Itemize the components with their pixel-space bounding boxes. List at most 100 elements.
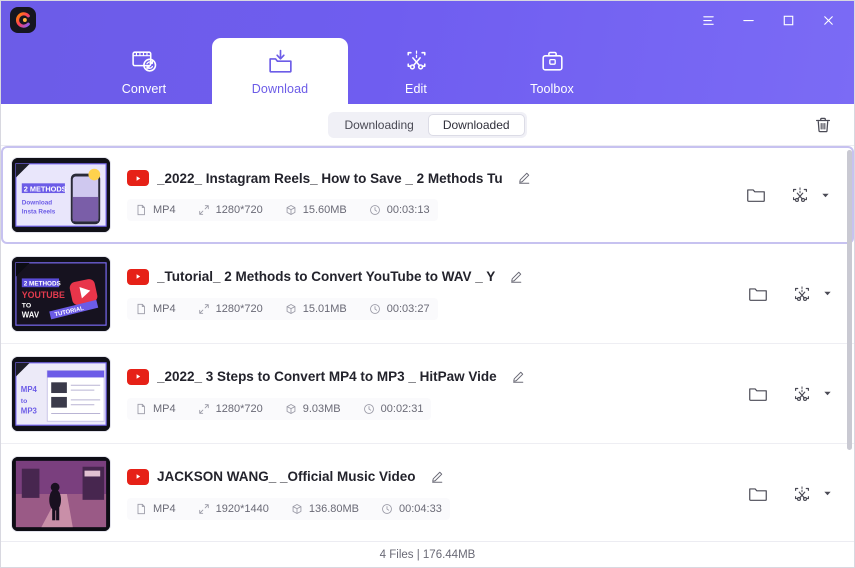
download-list-container: 2 METHODS Download Insta Reels _2022_ In… (1, 146, 854, 541)
edit-action-group[interactable] (789, 481, 832, 507)
clock-icon (363, 403, 374, 414)
row-title: _Tutorial_ 2 Methods to Convert YouTube … (157, 269, 496, 284)
meta-duration: 00:03:27 (369, 303, 430, 315)
hamburger-menu-icon (702, 15, 714, 25)
meta-format-value: MP4 (153, 204, 176, 216)
pencil-icon[interactable] (507, 268, 525, 286)
box-icon (292, 503, 302, 514)
folder-icon[interactable] (743, 182, 769, 208)
meta-resolution-value: 1920*1440 (215, 502, 269, 515)
trash-icon (816, 117, 830, 132)
file-icon (137, 303, 145, 314)
pencil-icon[interactable] (428, 468, 446, 486)
svg-text:Insta Reels: Insta Reels (22, 209, 56, 216)
status-text: 4 Files | 176.44MB (379, 548, 476, 561)
youtube-icon (127, 170, 149, 186)
meta-size-value: 15.01MB (302, 302, 347, 315)
tab-convert-label: Convert (121, 81, 167, 96)
window-controls (688, 5, 848, 35)
chevron-down-icon[interactable] (822, 389, 832, 399)
resize-icon (198, 303, 209, 314)
table-row[interactable]: 2 METHODS YOUTUBE TO WAV TUTORIAL _Tutor… (1, 244, 854, 344)
chevron-down-icon[interactable] (820, 190, 830, 200)
meta-size-value: 15.60MB (302, 204, 347, 216)
list-toolbar: Downloading Downloaded (1, 104, 854, 146)
folder-icon[interactable] (745, 381, 771, 407)
scissors-edit-icon[interactable] (789, 281, 815, 307)
app-logo (10, 7, 36, 33)
meta-duration: 00:02:31 (363, 403, 423, 415)
row-title-line: _2022_ 3 Steps to Convert MP4 to MP3 _ H… (127, 368, 745, 386)
table-row[interactable]: 2 METHODS Download Insta Reels _2022_ In… (1, 146, 854, 244)
app-window: Convert Download Edit Toolbox Downloadin… (0, 0, 855, 568)
clock-icon (382, 503, 392, 514)
row-title-line: _Tutorial_ 2 Methods to Convert YouTube … (127, 268, 745, 286)
meta-duration-value: 00:03:27 (386, 302, 430, 315)
table-row[interactable]: JACKSON WANG_ _Official Music Video MP4 (1, 444, 854, 541)
segment-downloaded[interactable]: Downloaded (427, 113, 525, 136)
status-bar: 4 Files | 176.44MB (1, 541, 854, 567)
tab-convert[interactable]: Convert (76, 38, 212, 104)
meta-size-value: 136.80MB (308, 502, 360, 515)
meta-resolution: 1280*720 (198, 403, 263, 415)
row-title: _2022_ 3 Steps to Convert MP4 to MP3 _ H… (157, 369, 497, 384)
svg-text:2 METHODS: 2 METHODS (24, 280, 61, 287)
chevron-down-icon[interactable] (822, 289, 832, 299)
video-thumbnail: MP4 to MP3 (11, 355, 111, 432)
scissors-edit-icon[interactable] (789, 481, 815, 507)
meta-resolution: 1920*1440 (198, 503, 269, 515)
pencil-icon[interactable] (515, 169, 533, 187)
youtube-to-wav-thumbnail: 2 METHODS YOUTUBE TO WAV TUTORIAL (12, 256, 110, 331)
svg-text:YOUTUBE: YOUTUBE (22, 289, 65, 299)
folder-icon[interactable] (745, 281, 771, 307)
folder-icon[interactable] (745, 481, 771, 507)
svg-text:Download: Download (22, 200, 52, 207)
file-icon (137, 403, 145, 414)
meta-duration: 00:04:33 (381, 503, 442, 515)
meta-resolution-value: 1280*720 (215, 204, 263, 216)
close-button[interactable] (808, 5, 848, 35)
film-convert-icon (130, 47, 159, 77)
meta-resolution: 1280*720 (198, 303, 263, 315)
svg-text:to: to (21, 397, 27, 404)
row-content: _2022_ 3 Steps to Convert MP4 to MP3 _ H… (111, 368, 745, 420)
table-row[interactable]: MP4 to MP3 _2022_ 3 Steps to Convert MP4… (1, 344, 854, 444)
resize-icon (198, 403, 209, 414)
row-content: JACKSON WANG_ _Official Music Video MP4 (111, 468, 745, 520)
tab-download[interactable]: Download (212, 38, 348, 104)
minimize-button[interactable] (728, 5, 768, 35)
resize-icon (198, 503, 209, 514)
svg-text:TO: TO (22, 302, 32, 309)
scrollbar-thumb[interactable] (847, 150, 852, 450)
video-thumbnail: 2 METHODS Download Insta Reels (11, 157, 111, 233)
scissors-edit-icon[interactable] (789, 381, 815, 407)
row-content: _2022_ Instagram Reels_ How to Save _ 2 … (111, 169, 743, 221)
edit-action-group[interactable] (789, 281, 832, 307)
scissors-edit-icon[interactable] (787, 182, 813, 208)
pencil-icon[interactable] (509, 368, 527, 386)
meta-duration-value: 00:04:33 (399, 502, 442, 515)
meta-format: MP4 (135, 303, 176, 315)
tab-toolbox[interactable]: Toolbox (484, 38, 620, 104)
meta-format-value: MP4 (153, 402, 176, 415)
meta-resolution-value: 1280*720 (215, 302, 263, 315)
menu-button[interactable] (688, 5, 728, 35)
file-icon (137, 503, 145, 514)
chevron-down-icon[interactable] (822, 489, 832, 499)
row-actions (745, 481, 840, 507)
meta-duration-value: 00:03:13 (386, 204, 430, 216)
row-metadata: MP4 1280*720 15.60MB 00:03:13 (127, 199, 438, 221)
download-status-filter: Downloading Downloaded (328, 111, 527, 138)
edit-action-group[interactable] (787, 182, 830, 208)
svg-text:WAV: WAV (22, 310, 40, 319)
edit-action-group[interactable] (789, 381, 832, 407)
meta-format-value: MP4 (153, 502, 176, 515)
maximize-button[interactable] (768, 5, 808, 35)
tab-edit[interactable]: Edit (348, 38, 484, 104)
scissors-frame-icon (402, 47, 431, 77)
delete-all-button[interactable] (810, 112, 836, 138)
list-scrollbar[interactable] (847, 150, 852, 537)
segment-downloading[interactable]: Downloading (330, 114, 427, 136)
video-thumbnail: 2 METHODS YOUTUBE TO WAV TUTORIAL (11, 255, 111, 332)
meta-resolution: 1280*720 (198, 204, 263, 216)
